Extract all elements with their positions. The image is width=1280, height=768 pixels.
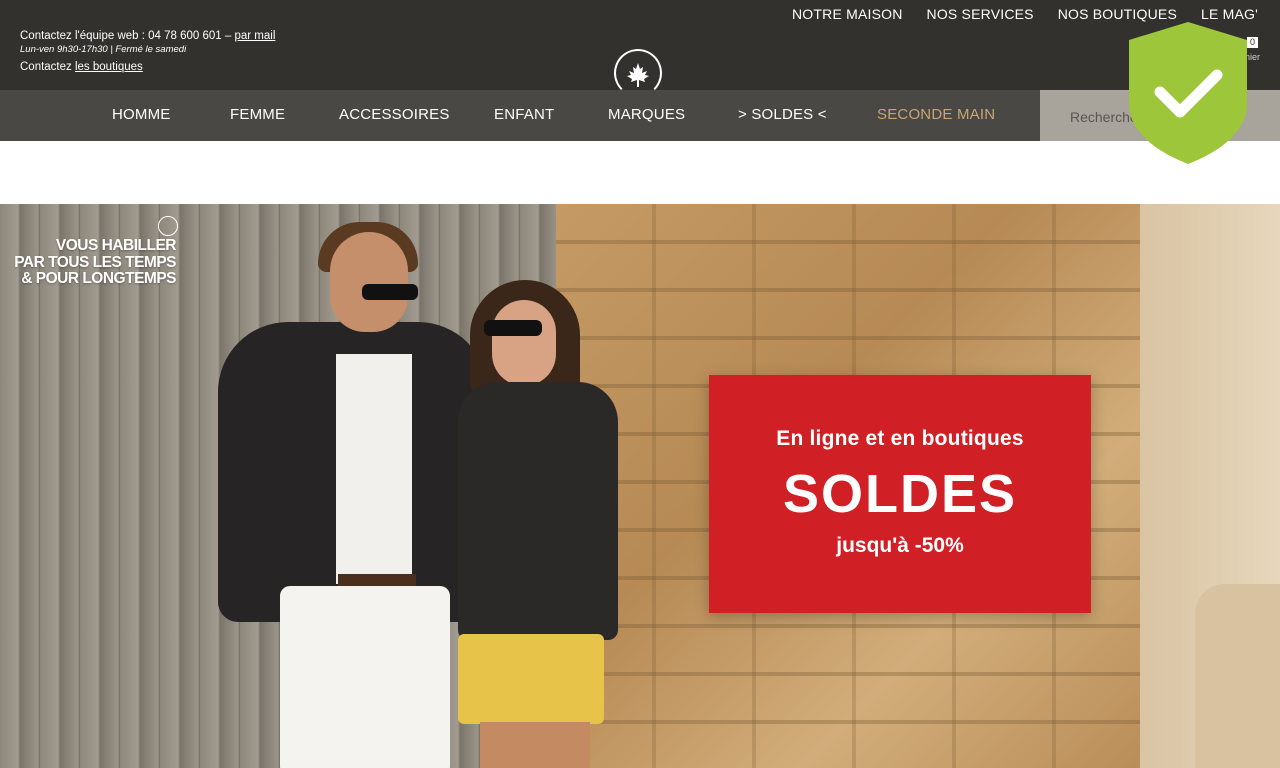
- contact-shops: Contactez les boutiques: [20, 61, 143, 73]
- maple-leaf-icon: [627, 63, 649, 87]
- woman-sunglasses: [484, 320, 542, 336]
- top-header: NOTRE MAISON NOS SERVICES NOS BOUTIQUES …: [0, 0, 1280, 97]
- tagline-line-1: VOUS HABILLER: [55, 237, 177, 254]
- woman-leather-jacket: [458, 382, 618, 640]
- nav-item-femme[interactable]: FEMME: [230, 106, 285, 123]
- top-link-notre-maison[interactable]: NOTRE MAISON: [792, 6, 903, 22]
- opening-hours: Lun-ven 9h30-17h30 | Fermé le samedi: [20, 44, 187, 55]
- tagline-line-2: PAR TOUS LES TEMPS: [14, 253, 176, 271]
- main-nav: HOMME FEMME ACCESSOIRES ENFANT MARQUES >…: [0, 90, 1280, 143]
- nav-item-seconde-main[interactable]: SECONDE MAIN: [877, 106, 995, 123]
- security-shield-check-icon: [1129, 22, 1247, 164]
- woman-legs: [480, 722, 590, 768]
- promo-title-soldes: SOLDES: [782, 464, 1018, 524]
- nav-item-enfant[interactable]: ENFANT: [494, 106, 554, 123]
- man-white-pants: [280, 586, 450, 768]
- nav-item-accessoires[interactable]: ACCESSOIRES: [339, 106, 450, 123]
- stone-block: [1195, 584, 1280, 768]
- nav-item-homme[interactable]: HOMME: [112, 106, 171, 123]
- tagline-maple-icon: [158, 216, 178, 236]
- man-white-shirt: [336, 354, 412, 584]
- woman-yellow-skirt: [458, 634, 604, 724]
- contact-shops-text: Contactez: [20, 61, 75, 73]
- contact-info: Contactez l'équipe web : 04 78 600 601 –…: [20, 30, 275, 56]
- tagline-line-3: & POUR LONGTEMPS: [21, 270, 176, 287]
- top-link-nos-services[interactable]: NOS SERVICES: [927, 6, 1034, 22]
- man-belt: [338, 574, 416, 586]
- soldes-promo-box[interactable]: En ligne et en boutiques SOLDES jusqu'à …: [709, 375, 1091, 613]
- woman-face: [492, 300, 556, 386]
- man-head: [330, 232, 408, 332]
- nav-item-soldes[interactable]: > SOLDES <: [738, 106, 827, 123]
- promo-discount: jusqu'à -50%: [836, 534, 964, 557]
- hero-banner[interactable]: VOUS HABILLER PAR TOUS LES TEMPS & POUR …: [0, 204, 1280, 768]
- nav-item-marques[interactable]: MARQUES: [608, 106, 685, 123]
- contact-shops-link[interactable]: les boutiques: [75, 61, 143, 73]
- promo-line-online: En ligne et en boutiques: [776, 427, 1024, 450]
- man-sunglasses: [362, 284, 418, 300]
- contact-phone-text: Contactez l'équipe web : 04 78 600 601 –: [20, 30, 235, 42]
- hero-tagline: VOUS HABILLER PAR TOUS LES TEMPS & POUR …: [0, 237, 177, 288]
- contact-mail-link[interactable]: par mail: [234, 30, 275, 42]
